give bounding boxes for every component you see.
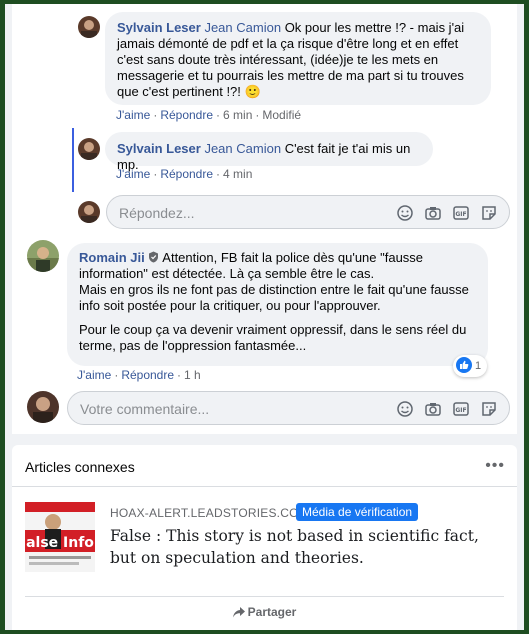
divider bbox=[25, 596, 504, 597]
svg-text:GIF: GIF bbox=[455, 407, 466, 414]
input-tools: GIF bbox=[395, 399, 499, 419]
article-domain: HOAX-ALERT.LEADSTORIES.COM bbox=[110, 506, 309, 520]
comment-actions: J'aime · Répondre · 4 min bbox=[116, 167, 253, 181]
comment-placeholder: Votre commentaire... bbox=[80, 401, 210, 417]
comment-actions: J'aime · Répondre · 6 min · Modifié bbox=[116, 108, 302, 122]
edited-label[interactable]: Modifié bbox=[262, 108, 301, 122]
comment-author[interactable]: Romain Jii bbox=[79, 250, 145, 265]
thumbnail-text: alse Info bbox=[26, 535, 94, 551]
emoji-icon[interactable] bbox=[395, 203, 415, 223]
comment-bubble: Romain Jii Attention, FB fait la police … bbox=[67, 243, 488, 366]
camera-icon[interactable] bbox=[423, 203, 443, 223]
sticker-icon[interactable] bbox=[479, 399, 499, 419]
like-link[interactable]: J'aime bbox=[116, 108, 150, 122]
reply-thread-line bbox=[72, 128, 74, 192]
reply-input[interactable]: Répondez... GIF bbox=[106, 195, 510, 229]
comment-mention[interactable]: Jean Camion bbox=[204, 141, 281, 156]
avatar[interactable] bbox=[27, 240, 59, 272]
article-thumbnail[interactable]: alse Info bbox=[25, 502, 95, 572]
more-options-icon[interactable]: ••• bbox=[485, 457, 505, 475]
avatar bbox=[27, 391, 59, 423]
thumbs-up-icon bbox=[456, 356, 472, 376]
emoji-icon[interactable] bbox=[395, 399, 415, 419]
gif-icon[interactable]: GIF bbox=[451, 203, 471, 223]
reply-link[interactable]: Répondre bbox=[121, 368, 174, 382]
share-label: Partager bbox=[247, 605, 297, 619]
reply-link[interactable]: Répondre bbox=[160, 108, 213, 122]
comment-time[interactable]: 4 min bbox=[223, 167, 252, 181]
page-frame: Sylvain Leser Jean Camion Ok pour les me… bbox=[5, 4, 524, 630]
fact-check-badge[interactable]: Média de vérification bbox=[296, 503, 419, 521]
like-link[interactable]: J'aime bbox=[116, 167, 150, 181]
gif-icon[interactable]: GIF bbox=[451, 399, 471, 419]
share-icon bbox=[232, 605, 248, 619]
comment-actions: J'aime · Répondre · 1 h bbox=[77, 368, 201, 382]
comment-bubble: Sylvain Leser Jean Camion C'est fait je … bbox=[105, 132, 433, 172]
avatar bbox=[78, 201, 100, 223]
comment-author[interactable]: Sylvain Leser bbox=[117, 141, 201, 156]
camera-icon[interactable] bbox=[423, 399, 443, 419]
comment-paragraph: Pour le coup ça va devenir vraiment oppr… bbox=[79, 322, 467, 353]
comment-author[interactable]: Sylvain Leser bbox=[117, 20, 201, 35]
avatar[interactable] bbox=[78, 138, 100, 160]
articles-heading: Articles connexes bbox=[25, 459, 135, 475]
reaction-summary[interactable]: 1 bbox=[453, 355, 487, 377]
smile-emoji-icon: 🙂 bbox=[244, 84, 261, 99]
avatar[interactable] bbox=[78, 16, 100, 38]
divider bbox=[12, 486, 517, 487]
article-title[interactable]: False : This story is not based in scien… bbox=[110, 525, 490, 569]
comment-time[interactable]: 6 min bbox=[223, 108, 252, 122]
like-link[interactable]: J'aime bbox=[77, 368, 111, 382]
comment-time[interactable]: 1 h bbox=[184, 368, 201, 382]
share-button[interactable]: Partager bbox=[12, 605, 517, 619]
svg-text:GIF: GIF bbox=[455, 211, 466, 218]
related-articles-card: Articles connexes ••• alse Info HOAX-ALE… bbox=[12, 445, 517, 630]
comment-paragraph: Mais en gros ils ne font pas de distinct… bbox=[79, 282, 469, 313]
shield-icon bbox=[148, 250, 159, 265]
comment-input[interactable]: Votre commentaire... GIF bbox=[67, 391, 510, 425]
comments-card: Sylvain Leser Jean Camion Ok pour les me… bbox=[12, 4, 517, 434]
comment-mention[interactable]: Jean Camion bbox=[204, 20, 281, 35]
reply-link[interactable]: Répondre bbox=[160, 167, 213, 181]
comment-text: Romain Jii Attention, FB fait la police … bbox=[79, 250, 476, 314]
input-tools: GIF bbox=[395, 203, 499, 223]
reaction-count: 1 bbox=[475, 360, 482, 372]
comment-bubble: Sylvain Leser Jean Camion Ok pour les me… bbox=[105, 12, 491, 105]
reply-placeholder: Répondez... bbox=[119, 205, 195, 221]
sticker-icon[interactable] bbox=[479, 203, 499, 223]
